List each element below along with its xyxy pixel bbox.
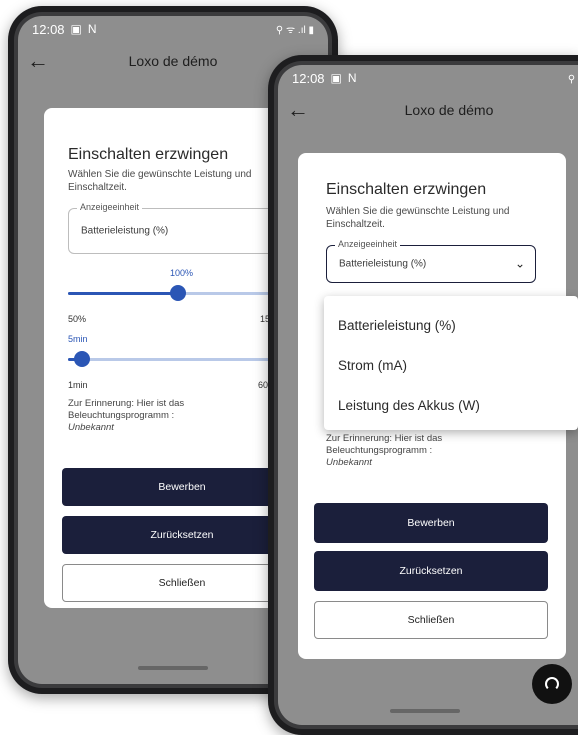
netflix-icon: N [347, 71, 357, 85]
headset-icon [545, 677, 559, 691]
unit-select-value: Batterieleistung (%) [81, 225, 169, 237]
unit-select-value: Batterieleistung (%) [339, 258, 427, 270]
status-bar: 12:08 ▣ N ⚲ ᯤ .ıl ▮ [18, 16, 328, 42]
status-time: 12:08 [32, 21, 65, 37]
reminder-text: Zur Erinnerung: Hier ist das Beleuchtung… [326, 433, 496, 469]
apply-button[interactable]: Bewerben [314, 503, 548, 543]
close-button[interactable]: Schließen [62, 564, 302, 602]
nav-handle[interactable] [138, 666, 208, 670]
unit-select[interactable]: Anzeigeeinheit Batterieleistung (%) ⌄ [326, 239, 536, 283]
unit-select-label: Anzeigeeinheit [77, 202, 143, 212]
apply-button[interactable]: Bewerben [62, 468, 302, 506]
unit-select[interactable]: Anzeigeeinheit Batterieleistung (%) ⌄ [68, 202, 288, 254]
gallery-icon: ▣ [330, 71, 342, 85]
reset-button[interactable]: Zurücksetzen [62, 516, 302, 554]
dialog-title: Einschalten erzwingen [326, 181, 487, 198]
dialog-description: Wählen Sie die gewünschte Leistung und E… [68, 169, 252, 193]
unit-dropdown-menu: Batterieleistung (%) Strom (mA) Leistung… [324, 296, 578, 430]
gallery-icon: ▣ [70, 22, 82, 36]
time-slider-value: 5min [68, 334, 88, 344]
time-slider-thumb[interactable] [74, 351, 90, 367]
status-time: 12:08 [292, 70, 325, 86]
dropdown-option-current-ma[interactable]: Strom (mA) [338, 358, 407, 373]
status-indicators: ⚲ ᯤ .ıl ▮ [275, 25, 314, 36]
status-bar: 12:08 ▣ N ⚲ ᯤ .ıl ▮ [278, 65, 578, 91]
netflix-icon: N [87, 22, 97, 36]
dropdown-option-battery-percent[interactable]: Batterieleistung (%) [338, 318, 456, 333]
app-bar: ← Loxo de démo ⤓ [278, 93, 578, 127]
status-indicators: ⚲ ᯤ .ıl ▮ [567, 74, 578, 85]
reminder-value: Unbekannt [326, 457, 372, 468]
time-slider-min: 1min [68, 380, 88, 390]
app-title: Loxo de démo [404, 102, 494, 118]
power-slider-fill [68, 292, 178, 295]
support-fab[interactable] [532, 664, 572, 704]
unit-select-label: Anzeigeeinheit [335, 239, 401, 249]
dialog-title: Einschalten erzwingen [68, 146, 229, 163]
reminder-value: Unbekannt [68, 422, 114, 433]
app-title: Loxo de démo [128, 53, 218, 69]
back-arrow-icon[interactable]: ← [278, 97, 318, 123]
reminder-text: Zur Erinnerung: Hier ist das Beleuchtung… [68, 398, 248, 434]
power-slider-value: 100% [170, 268, 194, 278]
reminder-label: Zur Erinnerung: Hier ist das Beleuchtung… [326, 433, 443, 456]
power-slider-thumb[interactable] [170, 285, 186, 301]
reminder-label: Zur Erinnerung: Hier ist das Beleuchtung… [68, 398, 185, 421]
back-arrow-icon[interactable]: ← [18, 48, 58, 74]
time-slider-track[interactable] [68, 358, 288, 361]
dialog-description: Wählen Sie die gewünschte Leistung und E… [326, 206, 510, 230]
power-slider-min: 50% [68, 314, 87, 324]
chevron-down-icon: ⌄ [514, 256, 525, 271]
close-button[interactable]: Schließen [314, 601, 548, 639]
nav-handle[interactable] [390, 709, 460, 713]
dropdown-option-battery-power-w[interactable]: Leistung des Akkus (W) [338, 398, 480, 413]
reset-button[interactable]: Zurücksetzen [314, 551, 548, 591]
